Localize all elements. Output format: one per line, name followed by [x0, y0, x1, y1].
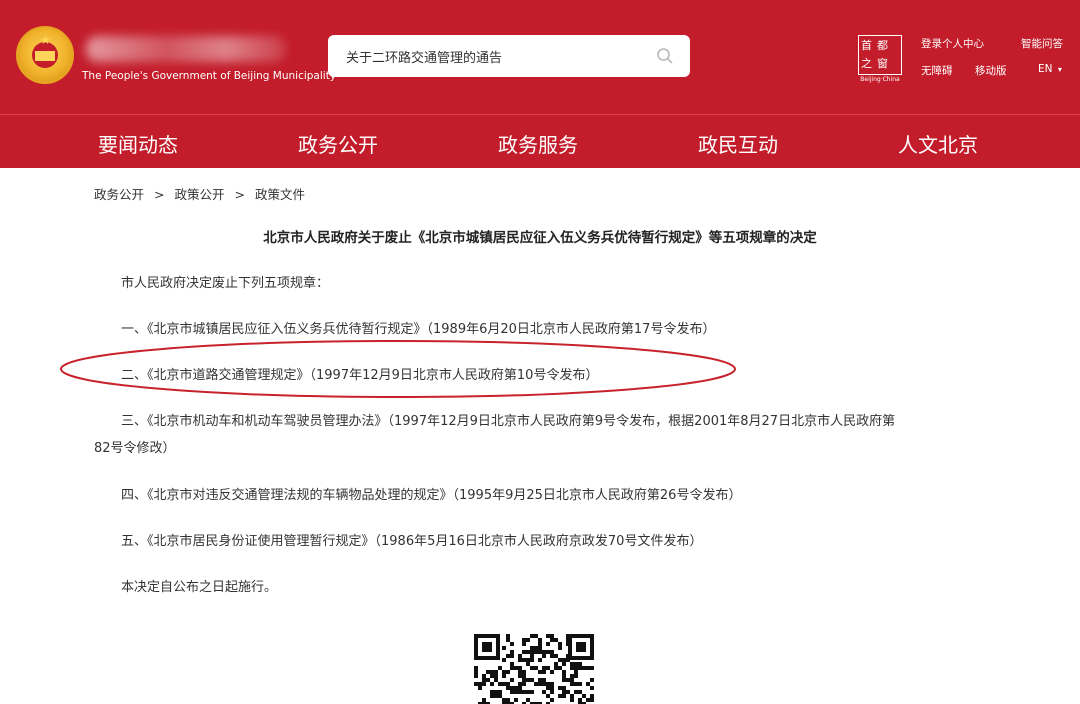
site-header: ★ The People's Government of Beijing Mun…	[0, 0, 1080, 114]
language-switch[interactable]: EN ▾	[1038, 63, 1062, 75]
site-logo-english: The People's Government of Beijing Munic…	[82, 70, 337, 82]
breadcrumb-separator: >	[154, 187, 165, 202]
nav-item-interaction[interactable]: 政民互动	[698, 129, 778, 158]
breadcrumb-item[interactable]: 政务公开	[94, 184, 144, 203]
login-link[interactable]: 登录个人中心	[921, 36, 984, 51]
blurred-site-logo	[86, 36, 286, 62]
nav-item-gov-affairs[interactable]: 政务公开	[298, 129, 378, 158]
capital-window-logo[interactable]: 首 都 之 窗 Beijing·China	[855, 35, 905, 85]
nav-item-humanities[interactable]: 人文北京	[898, 129, 978, 158]
document-item-3: 三、《北京市机动车和机动车驾驶员管理办法》（1997年12月9日北京市人民政府第…	[121, 414, 896, 429]
document-item-5: 五、《北京市居民身份证使用管理暂行规定》（1986年5月16日北京市人民政府京政…	[121, 534, 703, 549]
document-item-3-cont: 82号令修改）	[94, 441, 176, 456]
breadcrumb: 政务公开 > 政策公开 > 政策文件	[94, 184, 305, 203]
breadcrumb-item[interactable]: 政策文件	[255, 184, 305, 203]
chevron-down-icon: ▾	[1057, 65, 1062, 74]
document-item-1: 一、《北京市城镇居民应征入伍义务兵优待暂行规定》（1989年6月20日北京市人民…	[121, 322, 716, 337]
document-closing: 本决定自公布之日起施行。	[121, 580, 278, 595]
document-item-4: 四、《北京市对违反交通管理法规的车辆物品处理的规定》（1995年9月25日北京市…	[121, 488, 742, 503]
document-title: 北京市人民政府关于废止《北京市城镇居民应征入伍义务兵优待暂行规定》等五项规章的决…	[263, 230, 817, 246]
accessible-link[interactable]: 无障碍	[921, 63, 953, 78]
search-box	[328, 35, 690, 77]
qr-code	[474, 634, 594, 704]
document-intro: 市人民政府决定废止下列五项规章：	[121, 276, 330, 291]
breadcrumb-item[interactable]: 政策公开	[175, 184, 225, 203]
highlight-ellipse	[60, 340, 736, 398]
national-emblem-icon: ★	[16, 26, 74, 84]
smart-qa-link[interactable]: 智能问答	[1021, 36, 1063, 51]
search-icon[interactable]	[656, 47, 674, 65]
nav-item-news[interactable]: 要闻动态	[98, 129, 178, 158]
search-input[interactable]	[346, 48, 636, 64]
main-nav: 要闻动态 政务公开 政务服务 政民互动 人文北京	[0, 114, 1080, 168]
breadcrumb-separator: >	[234, 187, 245, 202]
mobile-version-link[interactable]: 移动版	[975, 63, 1007, 78]
nav-item-services[interactable]: 政务服务	[498, 129, 578, 158]
